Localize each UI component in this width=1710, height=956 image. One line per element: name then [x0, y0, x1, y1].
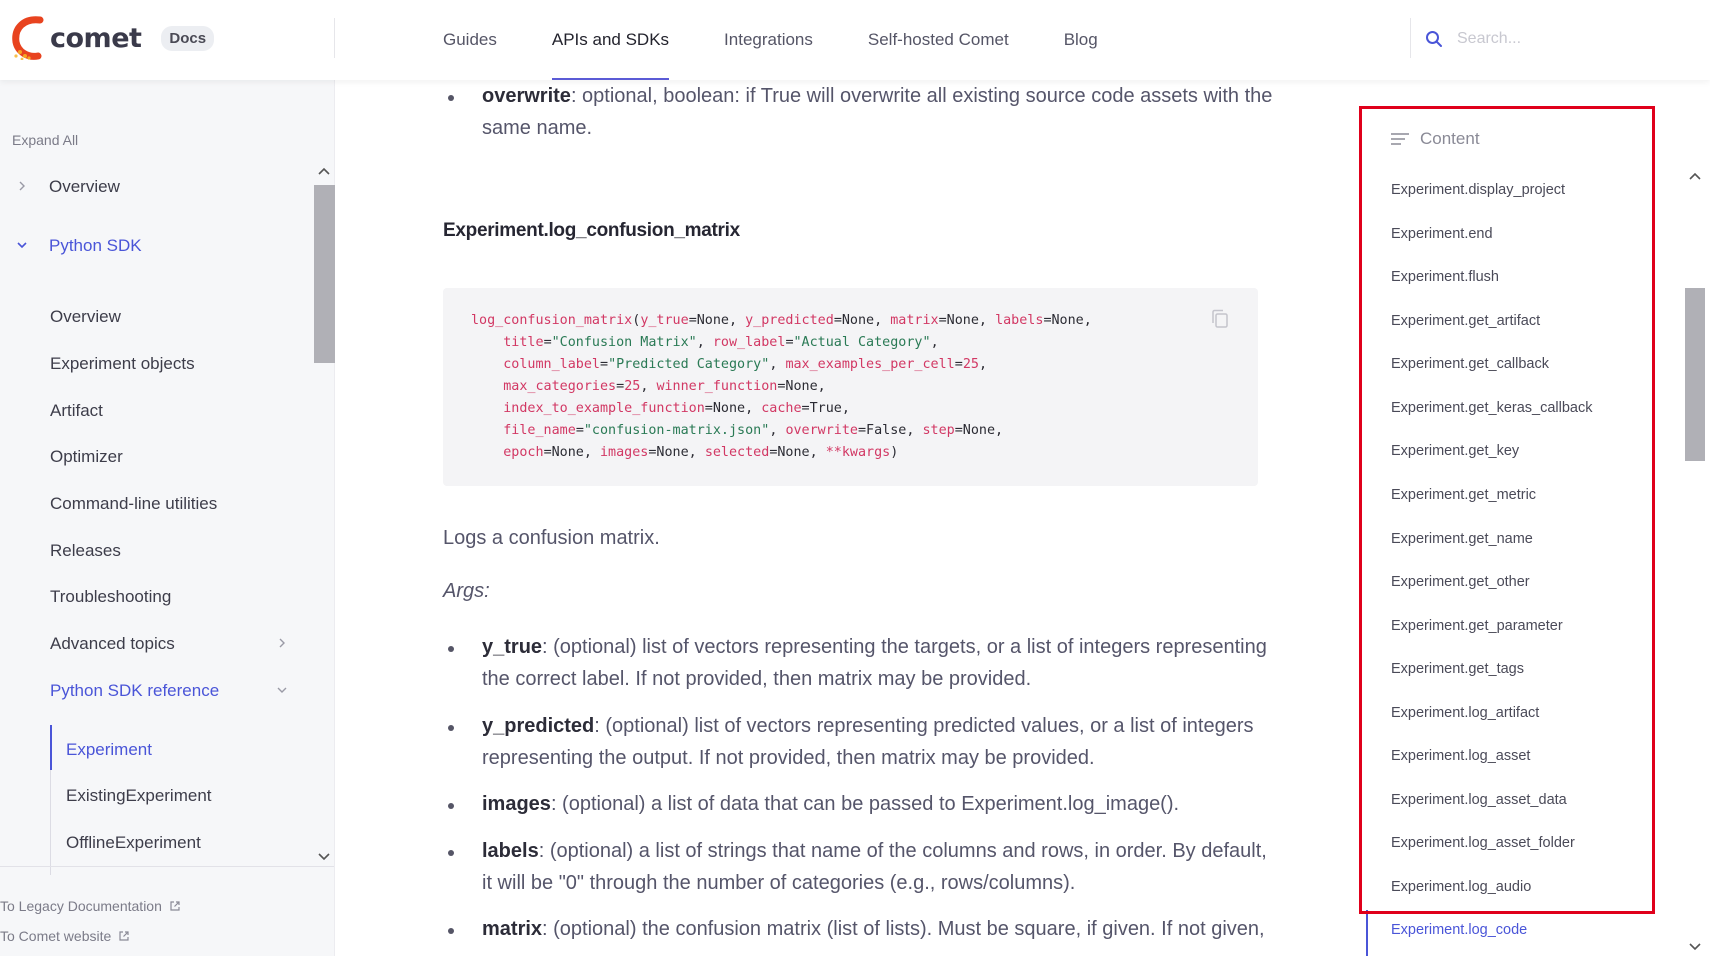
page-scrollbar-thumb[interactable]	[1685, 288, 1705, 461]
sidebar-item-releases[interactable]: Releases	[50, 541, 121, 561]
comet-website-link[interactable]: To Comet website	[0, 928, 130, 944]
param-y-true: y_true: (optional) list of vectors repre…	[482, 631, 1282, 695]
bullet	[448, 646, 454, 652]
sidebar-item-python-sdk[interactable]: Python SDK	[49, 236, 142, 256]
param-matrix: matrix: (optional) the confusion matrix …	[482, 913, 1282, 945]
args-label: Args:	[443, 580, 490, 602]
param-desc: : (optional) list of vectors representin…	[482, 715, 1254, 769]
external-link-icon	[170, 901, 180, 911]
sidebar-item-overview-top[interactable]: Overview	[49, 177, 120, 197]
chevron-right-icon[interactable]	[276, 637, 288, 649]
param-desc: : (optional) a list of data that can be …	[550, 793, 1180, 815]
expand-all-link[interactable]: Expand All	[12, 132, 78, 148]
nav-self-hosted[interactable]: Self-hosted Comet	[868, 0, 1009, 80]
legacy-docs-label: To Legacy Documentation	[0, 898, 162, 914]
logo-link[interactable]: comet Docs	[10, 14, 215, 62]
param-images: images: (optional) a list of data that c…	[482, 788, 1282, 820]
logo-text: comet	[50, 22, 142, 54]
header-divider	[334, 18, 335, 58]
left-sidebar: Expand All Overview Python SDK Overview …	[0, 80, 335, 956]
active-indicator	[50, 725, 52, 770]
param-desc: : (optional) list of vectors representin…	[482, 636, 1267, 690]
sidebar-item-optimizer[interactable]: Optimizer	[50, 447, 123, 467]
chevron-down-icon[interactable]	[276, 684, 288, 696]
docs-badge: Docs	[161, 25, 215, 51]
toc-active-indicator	[1366, 910, 1368, 956]
param-y-predicted: y_predicted: (optional) list of vectors …	[482, 710, 1282, 774]
bullet	[448, 95, 454, 101]
scroll-up-arrow-icon[interactable]	[317, 166, 331, 176]
sidebar-item-cli-utilities[interactable]: Command-line utilities	[50, 494, 217, 514]
nav-guides[interactable]: Guides	[443, 0, 497, 80]
sidebar-item-troubleshooting[interactable]: Troubleshooting	[50, 587, 171, 607]
param-term: images	[482, 793, 551, 815]
top-header: comet Docs Guides APIs and SDKs Integrat…	[0, 0, 1710, 80]
param-desc: : optional, boolean: if True will overwr…	[482, 85, 1273, 139]
bullet	[448, 928, 454, 934]
copy-icon[interactable]	[1210, 308, 1230, 330]
sidebar-item-experiment[interactable]: Experiment	[66, 740, 152, 760]
top-nav: Guides APIs and SDKs Integrations Self-h…	[443, 0, 1153, 80]
sidebar-item-advanced-topics[interactable]: Advanced topics	[50, 634, 175, 654]
param-desc: : (optional) the confusion matrix (list …	[542, 918, 1265, 940]
code-signature: log_confusion_matrix(y_true=None, y_pred…	[471, 313, 1092, 460]
code-block: log_confusion_matrix(y_true=None, y_pred…	[443, 288, 1258, 486]
comet-website-label: To Comet website	[0, 928, 112, 944]
param-term: y_true	[482, 636, 543, 658]
param-term: y_predicted	[482, 715, 595, 737]
param-desc: : (optional) a list of strings that name…	[482, 840, 1267, 894]
param-overwrite: overwrite: optional, boolean: if True wi…	[482, 80, 1282, 144]
sidebar-item-sdk-reference[interactable]: Python SDK reference	[50, 681, 219, 701]
search-icon	[1426, 31, 1442, 47]
comet-logo-icon	[12, 16, 44, 60]
sidebar-item-experiment-objects[interactable]: Experiment objects	[50, 354, 195, 374]
highlight-box	[1359, 106, 1655, 914]
chevron-right-icon	[19, 181, 25, 191]
sidebar-item-offline-experiment[interactable]: OfflineExperiment	[66, 833, 201, 853]
method-description: Logs a confusion matrix.	[443, 527, 660, 549]
nav-blog[interactable]: Blog	[1064, 0, 1098, 80]
bullet	[448, 803, 454, 809]
param-term: overwrite	[482, 85, 571, 107]
scroll-up-arrow-icon[interactable]	[1688, 171, 1702, 181]
nav-apis-sdks[interactable]: APIs and SDKs	[551, 0, 670, 80]
chevron-down-icon	[17, 242, 27, 249]
method-heading: Experiment.log_confusion_matrix	[443, 220, 740, 241]
scroll-down-arrow-icon[interactable]	[317, 852, 331, 862]
scroll-down-arrow-icon[interactable]	[1688, 942, 1702, 952]
sidebar-scrollbar-thumb[interactable]	[314, 185, 335, 363]
nav-integrations[interactable]: Integrations	[724, 0, 813, 80]
search-input[interactable]	[1457, 30, 1657, 48]
main-content: overwrite: optional, boolean: if True wi…	[335, 80, 1315, 956]
bullet	[448, 850, 454, 856]
sidebar-item-artifact[interactable]: Artifact	[50, 401, 103, 421]
toc-item-active[interactable]: Experiment.log_code	[1391, 922, 1527, 938]
sidebar-footer-divider	[0, 866, 334, 867]
external-link-icon	[119, 931, 129, 941]
sidebar-item-existing-experiment[interactable]: ExistingExperiment	[66, 786, 212, 806]
param-term: matrix	[482, 918, 543, 940]
search-box[interactable]	[1425, 22, 1685, 56]
sidebar-item-overview[interactable]: Overview	[50, 307, 121, 327]
param-labels: labels: (optional) a list of strings tha…	[482, 835, 1282, 899]
param-term: labels	[482, 840, 539, 862]
legacy-docs-link[interactable]: To Legacy Documentation	[0, 898, 181, 914]
header-divider	[1410, 18, 1411, 58]
bullet	[448, 725, 454, 731]
